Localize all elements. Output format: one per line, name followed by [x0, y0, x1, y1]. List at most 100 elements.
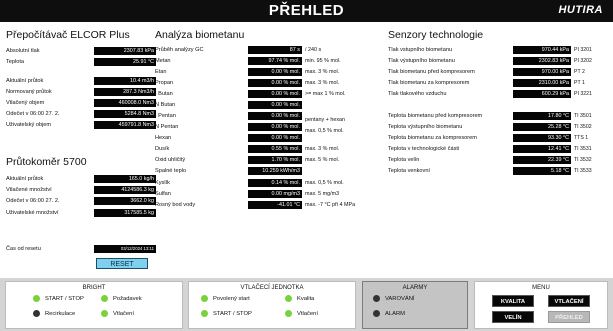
analysis-row-note: max. 3 % mol.: [305, 69, 340, 75]
bright-title: BRIGHT: [82, 285, 106, 291]
status-indicator: ALARM: [373, 310, 405, 317]
analysis-row-label: Kyslík: [155, 180, 170, 186]
elcor-row-label: Uživatelský objem: [6, 122, 52, 128]
analysis-row-note: max. 3 % mol.: [305, 146, 340, 152]
status-indicator-label: ALARM: [385, 311, 405, 318]
sensor-row-value: 5.18 °C: [513, 167, 571, 175]
elcor-row-label: Normovaný průtok: [6, 89, 52, 95]
analysis-row-value: 0.00 mg/m3: [248, 190, 302, 198]
sensor-row-tag: PI 3201: [574, 47, 592, 53]
elcor-title: Přepočítávač ELCOR Plus: [6, 29, 130, 41]
sensor-row-label: Tlak výstupního biometanu: [388, 58, 455, 64]
flowmeter-row-label: Vtlačené množství: [6, 187, 52, 193]
status-indicator: Recirkulace: [33, 310, 75, 317]
analysis-row-note: >= max 1 % mol.: [305, 91, 346, 97]
menu-button-vtlaceni[interactable]: VTLAČENÍ: [548, 295, 590, 307]
elcor-row-label: Teplota: [6, 59, 25, 65]
analysis-row-note: pentany + hexan: [305, 117, 346, 123]
status-indicator-label: START / STOP: [213, 311, 252, 318]
sensor-row-tag: PI 3202: [574, 58, 592, 64]
analysis-row-value: 0.00 % mol.: [248, 79, 302, 87]
status-dot-icon: [373, 295, 380, 302]
analysis-row-label: I Butan: [155, 91, 173, 97]
brand-logo: HUTIRA: [558, 4, 603, 16]
status-indicator-label: Kvalita: [297, 296, 315, 303]
analysis-row-value: 0.00 % mol.: [248, 90, 302, 98]
analysis-row-note: max. 5 % mol.: [305, 157, 340, 163]
analysis-row-value: 0.00 % mol.: [248, 101, 302, 109]
elcor-row-value: 460008.0 Nm3: [94, 99, 156, 107]
elcor-section: Přepočítávač ELCOR Plus: [6, 29, 130, 41]
analysis-row-value: 0.00 % mol.: [248, 123, 302, 131]
analysis-row-note: max. 0,5 % mol.: [305, 128, 344, 134]
sensor-row-tag: PT 1: [574, 80, 585, 86]
status-dot-icon: [201, 295, 208, 302]
sensor-row-value: 12.41 °C: [513, 145, 571, 153]
flowmeter-row-value: 3662.0 kg: [94, 197, 156, 205]
flowmeter-section: Průtokoměr 5700: [6, 156, 87, 168]
reset-time-value: 03/12/2024 13:11: [94, 245, 156, 253]
elcor-row-value: 5284.8 Nm3: [94, 110, 156, 118]
elcor-row-value: 2307.83 kPa: [94, 47, 156, 55]
status-indicator: Vtlačení: [285, 310, 318, 317]
analysis-row-note: max. 5 mg/m3: [305, 191, 340, 197]
sensor-row-tag: TI 3533: [574, 168, 592, 174]
elcor-row-value: 25.91 °C: [94, 58, 156, 66]
analysis-row-label: Metan: [155, 58, 171, 64]
flowmeter-title: Průtokoměr 5700: [6, 156, 87, 168]
sensor-row-label: Teplota biometanu před kompresorem: [388, 113, 483, 119]
status-indicator-label: Povolený start: [213, 296, 250, 303]
status-indicator: Kvalita: [285, 295, 314, 302]
analysis-row-value: 87 s: [248, 46, 302, 54]
elcor-row-label: Aktuální průtok: [6, 78, 44, 84]
analysis-row-note: max. 0,5 % mol.: [305, 180, 344, 186]
alarms-panel: ALARMY VAROVÁNÍ ALARM: [362, 281, 468, 329]
analysis-row-label: N Pentan: [155, 124, 179, 130]
sensor-row-value: 2310.00 kPa: [513, 79, 571, 87]
flowmeter-row-label: Odečet v 06:00 27. 2.: [6, 198, 60, 204]
analysis-row-value: 0.00 % mol.: [248, 68, 302, 76]
status-dot-icon: [33, 295, 40, 302]
elcor-row-label: Odečet v 06:00 27. 2.: [6, 111, 60, 117]
sensor-row-tag: TI 3531: [574, 146, 592, 152]
status-indicator-label: VAROVÁNÍ: [385, 296, 415, 303]
analysis-row-note: min. 95 % mol.: [305, 58, 341, 64]
sensor-row-value: 600.29 kPa: [513, 90, 571, 98]
flowmeter-row-value: 317585.5 kg: [94, 209, 156, 217]
reset-button[interactable]: RESET: [96, 258, 148, 269]
elcor-row-value: 459791.8 Nm3: [94, 121, 156, 129]
status-dot-icon: [285, 310, 292, 317]
analysis-row-label: Průběh analýzy GC: [155, 47, 204, 53]
analysis-row-value: 1.70 % mol.: [248, 156, 302, 164]
analysis-row-value: -41.01 °C: [248, 201, 302, 209]
sensor-row-value: 970.44 kPa: [513, 46, 571, 54]
sensor-row-label: Teplota velín: [388, 157, 420, 163]
sensor-row-label: Teplota v technologické části: [388, 146, 460, 152]
flowmeter-row-value: 4124586.3 kg: [94, 186, 156, 194]
elcor-row-value: 287.3 Nm3/h: [94, 88, 156, 96]
menu-button-prehled[interactable]: PŘEHLED: [548, 311, 590, 323]
status-indicator-label: START / STOP: [45, 296, 84, 303]
analysis-row-label: Dusík: [155, 146, 170, 152]
sensor-row-value: 22.39 °C: [513, 156, 571, 164]
sensor-row-value: 970.00 kPa: [513, 68, 571, 76]
analysis-row-label: Rosný bod vody: [155, 202, 196, 208]
menu-button-velin[interactable]: VELÍN: [492, 311, 534, 323]
status-dot-icon: [33, 310, 40, 317]
sensor-row-label: Tlak tlakového vzduchu: [388, 91, 447, 97]
sensor-row-label: Teplota venkovní: [388, 168, 430, 174]
status-indicator: VAROVÁNÍ: [373, 295, 415, 302]
elcor-row-label: Vtlačený objem: [6, 100, 45, 106]
sensor-row-label: Teplota biometanu za kompresorem: [388, 135, 477, 141]
analysis-row-label: Spalné teplo: [155, 168, 187, 174]
analysis-row-note: max. -7 °C při 4 MPa: [305, 202, 356, 208]
sensor-row-tag: PI 3221: [574, 91, 592, 97]
sensor-row-value: 93.30 °C: [513, 134, 571, 142]
menu-button-kvalita[interactable]: KVALITA: [492, 295, 534, 307]
analysis-row-value: 10.259 kWh/m3: [248, 167, 302, 175]
analysis-row-label: Sulfan: [155, 191, 171, 197]
elcor-row-value: 10.4 m3/h: [94, 77, 156, 85]
analysis-section: Analýza biometanu: [155, 29, 244, 41]
status-indicator: Vtlačení: [101, 310, 134, 317]
status-indicator: Povolený start: [201, 295, 250, 302]
